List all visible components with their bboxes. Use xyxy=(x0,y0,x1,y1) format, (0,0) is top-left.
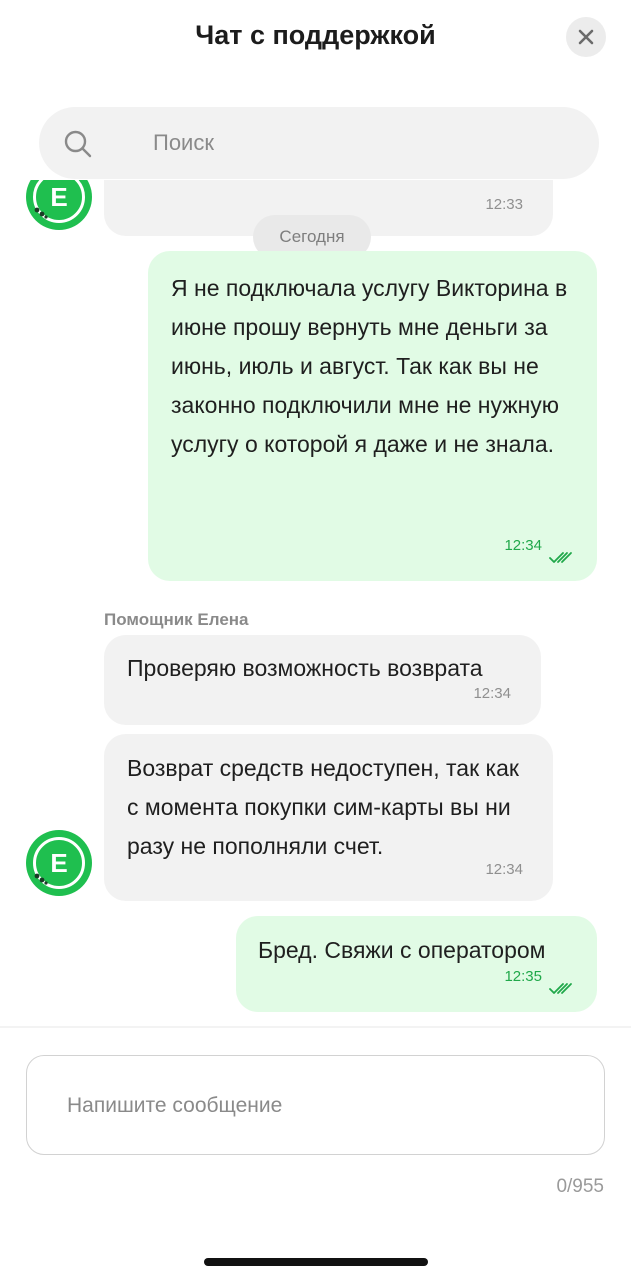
outgoing-message[interactable]: Я не подключала услугу Викторина в июне … xyxy=(148,251,597,581)
chat-header: Чат с поддержкой xyxy=(0,0,631,80)
assistant-avatar: E xyxy=(26,830,92,896)
message-text: Возврат средств недоступен, так как с мо… xyxy=(127,755,519,859)
message-time: 12:34 xyxy=(473,685,511,702)
message-text: Я не подключала услугу Викторина в июне … xyxy=(171,275,568,457)
outgoing-message[interactable]: Бред. Свяжи с оператором 12:35 xyxy=(236,916,597,1012)
sender-name: Помощник Елена xyxy=(104,610,249,629)
search-input[interactable] xyxy=(153,107,573,179)
page-title: Чат с поддержкой xyxy=(195,20,436,50)
composer-divider xyxy=(0,1026,631,1028)
message-list[interactable]: E 12:33 Сегодня Я не подключала услугу В… xyxy=(0,180,631,1025)
message-time: 12:35 xyxy=(504,968,542,985)
message-input[interactable] xyxy=(67,1056,567,1156)
message-time: 12:33 xyxy=(485,196,523,213)
incoming-message[interactable]: Возврат средств недоступен, так как с мо… xyxy=(104,734,553,901)
avatar-letter: E xyxy=(50,182,68,212)
message-composer[interactable] xyxy=(26,1055,605,1156)
assistant-avatar: E xyxy=(26,180,92,230)
avatar-letter: E xyxy=(50,848,68,878)
search-bar[interactable] xyxy=(39,107,599,179)
close-icon xyxy=(578,29,594,45)
search-icon xyxy=(64,130,92,158)
message-time: 12:34 xyxy=(504,537,542,554)
double-check-icon xyxy=(549,552,572,563)
message-text: Проверяю возможность возврата xyxy=(127,655,483,681)
character-counter: 0/955 xyxy=(556,1176,604,1197)
message-time: 12:34 xyxy=(485,861,523,878)
avatar-dots-icon xyxy=(34,873,48,885)
incoming-message[interactable]: Проверяю возможность возврата 12:34 xyxy=(104,635,541,725)
double-check-icon xyxy=(549,983,572,994)
home-indicator[interactable] xyxy=(204,1258,428,1266)
avatar-dots-icon xyxy=(34,207,48,219)
close-button[interactable] xyxy=(566,17,606,57)
